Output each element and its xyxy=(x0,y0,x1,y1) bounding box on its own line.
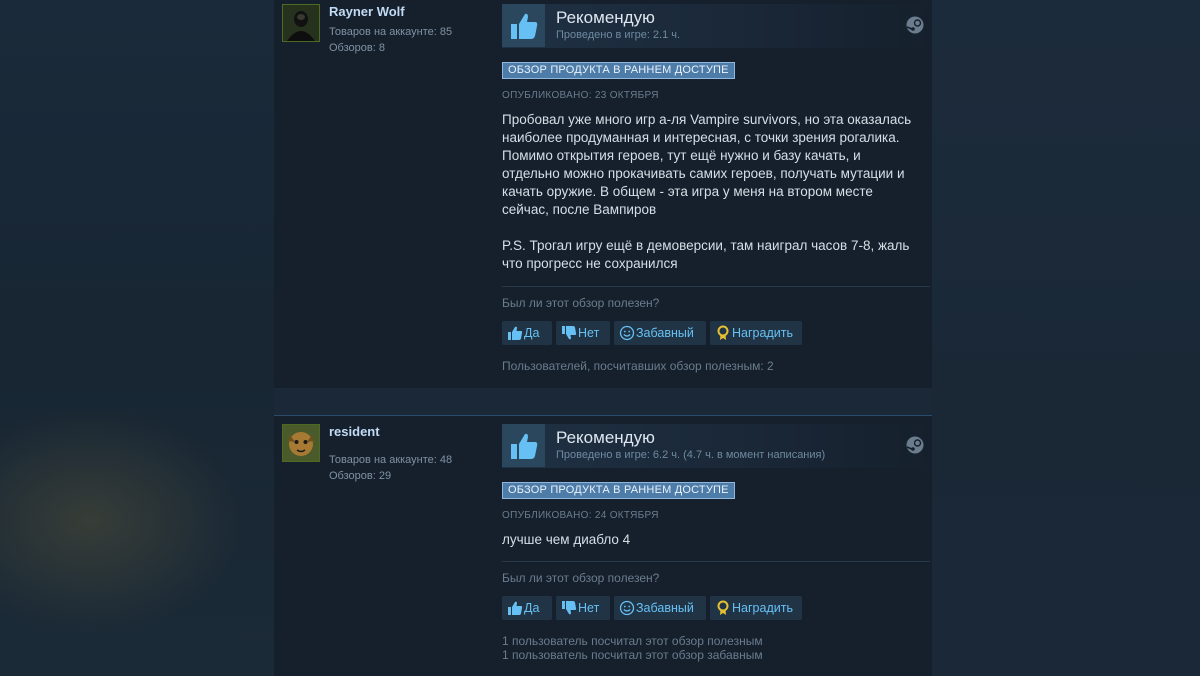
award-label: Наградить xyxy=(732,326,793,340)
review-verdict: Рекомендую xyxy=(556,8,655,27)
vote-header[interactable]: Рекомендую Проведено в игре: 6.2 ч. (4.7… xyxy=(502,424,930,468)
thumbs-down-icon xyxy=(562,326,577,340)
review-separator xyxy=(274,388,932,415)
vote-no-label: Нет xyxy=(578,601,600,615)
steam-icon xyxy=(906,16,924,34)
award-icon xyxy=(717,325,729,340)
helpful-question: Был ли этот обзор полезен? xyxy=(502,296,660,310)
avatar[interactable] xyxy=(282,4,320,42)
author-name[interactable]: resident xyxy=(329,424,380,439)
author-products-count[interactable]: Товаров на аккаунте: 85 xyxy=(329,26,452,38)
helpful-question: Был ли этот обзор полезен? xyxy=(502,571,660,585)
thumbs-up-icon xyxy=(502,4,545,47)
review-paragraph: лучше чем диабло 4 xyxy=(502,532,631,547)
thumbs-up-icon xyxy=(508,326,523,340)
thumbs-down-icon xyxy=(562,601,577,615)
review-paragraph: P.S. Трогал игру ещё в демоверсии, там н… xyxy=(502,238,910,271)
vote-no-label: Нет xyxy=(578,326,600,340)
smile-icon xyxy=(619,600,635,616)
early-access-banner: ОБЗОР ПРОДУКТА В РАННЕМ ДОСТУПЕ xyxy=(502,62,735,79)
review-paragraph: Пробовал уже много игр а-ля Vampire surv… xyxy=(502,112,912,217)
funny-count: 1 пользователь посчитал этот обзор забав… xyxy=(502,648,763,662)
hours-played: Проведено в игре: 6.2 ч. (4.7 ч. в момен… xyxy=(556,449,826,461)
review-card: Rayner Wolf Товаров на аккаунте: 85 Обзо… xyxy=(274,0,932,388)
review-verdict: Рекомендую xyxy=(556,428,655,447)
hours-played: Проведено в игре: 2.1 ч. xyxy=(556,29,681,41)
award-icon xyxy=(717,600,729,615)
vote-funny-label: Забавный xyxy=(636,601,694,615)
early-access-banner: ОБЗОР ПРОДУКТА В РАННЕМ ДОСТУПЕ xyxy=(502,482,735,499)
smile-icon xyxy=(619,325,635,341)
vote-yes-button[interactable]: Да xyxy=(502,596,552,620)
author-reviews-count[interactable]: Обзоров: 29 xyxy=(329,470,391,482)
award-button[interactable]: Наградить xyxy=(710,596,802,620)
award-button[interactable]: Наградить xyxy=(710,321,802,345)
posted-date: ОПУБЛИКОВАНО: 24 ОКТЯБРЯ xyxy=(502,510,659,521)
vote-funny-button[interactable]: Забавный xyxy=(614,596,706,620)
vote-no-button[interactable]: Нет xyxy=(556,596,610,620)
page-background-right xyxy=(932,0,1200,675)
vote-no-button[interactable]: Нет xyxy=(556,321,610,345)
vote-yes-button[interactable]: Да xyxy=(502,321,552,345)
posted-date: ОПУБЛИКОВАНО: 23 ОКТЯБРЯ xyxy=(502,90,659,101)
divider xyxy=(502,286,930,287)
vote-header[interactable]: Рекомендую Проведено в игре: 2.1 ч. xyxy=(502,4,930,48)
review-content: лучше чем диабло 4 xyxy=(502,531,922,549)
review-content: Пробовал уже много игр а-ля Vampire surv… xyxy=(502,111,922,273)
thumbs-up-icon xyxy=(508,601,523,615)
vote-yes-label: Да xyxy=(524,601,540,615)
review-card: resident Товаров на аккаунте: 48 Обзоров… xyxy=(274,415,932,676)
author-products-count[interactable]: Товаров на аккаунте: 48 xyxy=(329,454,452,466)
divider xyxy=(502,561,930,562)
author-reviews-count[interactable]: Обзоров: 8 xyxy=(329,42,385,54)
award-label: Наградить xyxy=(732,601,793,615)
helpful-count: Пользователей, посчитавших обзор полезны… xyxy=(502,359,774,373)
vote-yes-label: Да xyxy=(524,326,540,340)
steam-icon xyxy=(906,436,924,454)
avatar[interactable] xyxy=(282,424,320,462)
helpful-count: 1 пользователь посчитал этот обзор полез… xyxy=(502,634,763,648)
page-background-left xyxy=(0,0,275,675)
author-name[interactable]: Rayner Wolf xyxy=(329,4,405,19)
thumbs-up-icon xyxy=(502,424,545,467)
vote-funny-label: Забавный xyxy=(636,326,694,340)
vote-funny-button[interactable]: Забавный xyxy=(614,321,706,345)
